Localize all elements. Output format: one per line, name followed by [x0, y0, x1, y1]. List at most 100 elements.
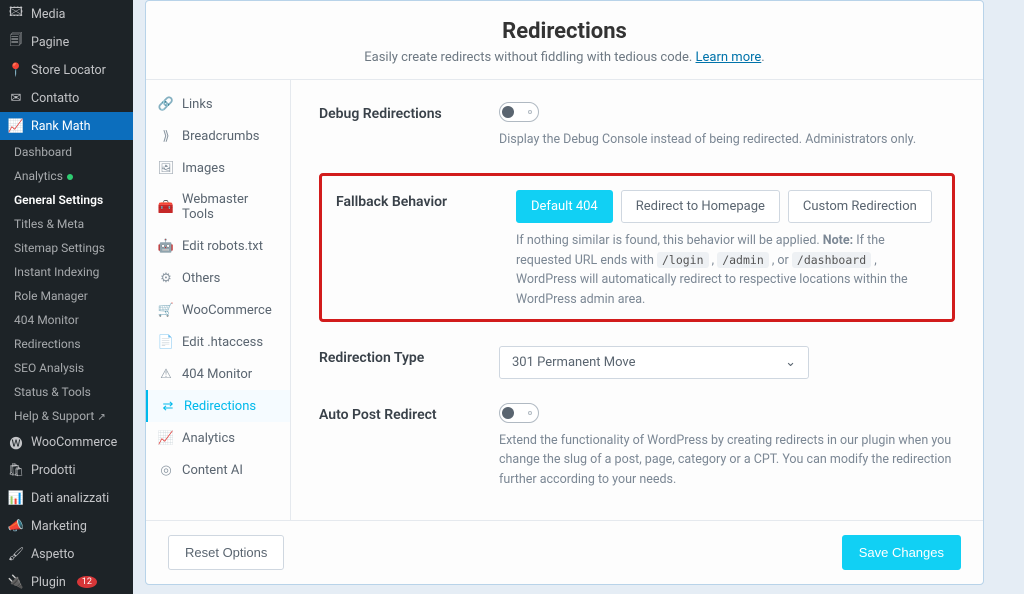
chevron-down-icon: ⌄ — [785, 355, 796, 370]
wp-menu-store-locator[interactable]: 📍Store Locator — [0, 56, 133, 84]
settings-nav: 🔗Links ⟫Breadcrumbs 🖼Images 🧰Webmaster T… — [146, 80, 291, 520]
debug-redirections-toggle[interactable] — [499, 102, 539, 122]
wp-submenu-redirections[interactable]: Redirections — [0, 332, 133, 356]
wp-menu-label: Prodotti — [31, 463, 76, 478]
woocommerce-icon: 🅦 — [8, 434, 24, 450]
wp-menu-dati-analizzati[interactable]: 📊Dati analizzati — [0, 484, 133, 512]
select-value: 301 Permanent Move — [512, 355, 636, 370]
wp-menu-label: Rank Math — [31, 119, 91, 134]
tab-links[interactable]: 🔗Links — [146, 88, 290, 120]
fallback-option-custom[interactable]: Custom Redirection — [788, 190, 932, 223]
tab-breadcrumbs[interactable]: ⟫Breadcrumbs — [146, 120, 290, 152]
wp-menu-label: Pagine — [31, 35, 69, 50]
wp-submenu-status-tools[interactable]: Status & Tools — [0, 380, 133, 404]
tab-webmaster-tools[interactable]: 🧰Webmaster Tools — [146, 184, 290, 230]
row-redirection-type: Redirection Type 301 Permanent Move ⌄ — [319, 346, 955, 379]
button-bar: Reset Options Save Changes — [146, 520, 983, 584]
page-title: Redirections — [156, 19, 973, 44]
wp-menu-pagine[interactable]: 🗐 Pagine — [0, 28, 133, 56]
field-label: Fallback Behavior — [336, 190, 486, 210]
field-description: Display the Debug Console instead of bei… — [499, 130, 955, 149]
tab-others[interactable]: ⚙Others — [146, 262, 290, 294]
reset-options-button[interactable]: Reset Options — [168, 535, 284, 570]
wp-menu-label: Aspetto — [31, 547, 74, 562]
field-description: If nothing similar is found, this behavi… — [516, 231, 938, 309]
fallback-option-default-404[interactable]: Default 404 — [516, 190, 613, 223]
wp-menu-aspetto[interactable]: 🖌Aspetto — [0, 540, 133, 568]
tab-analytics[interactable]: 📈Analytics — [146, 422, 290, 454]
update-count-badge: 12 — [77, 576, 97, 588]
wp-submenu-help-support[interactable]: Help & Support↗ — [0, 404, 133, 428]
tab-redirections[interactable]: ⇄Redirections — [146, 390, 290, 422]
code-dashboard: /dashboard — [792, 252, 871, 268]
wp-menu-label: Contatto — [31, 91, 79, 106]
wp-submenu-role-manager[interactable]: Role Manager — [0, 284, 133, 308]
fallback-behavior-highlight: Fallback Behavior Default 404 Redirect t… — [319, 173, 955, 322]
tab-404-monitor[interactable]: ⚠404 Monitor — [146, 358, 290, 390]
wp-menu-prodotti[interactable]: 🛍Prodotti — [0, 456, 133, 484]
toolbox-icon: 🧰 — [158, 199, 174, 215]
status-dot-icon — [67, 174, 73, 180]
mail-icon: ✉ — [8, 90, 24, 106]
marketing-icon: 📣 — [8, 518, 24, 534]
tab-edit-robots[interactable]: 🤖Edit robots.txt — [146, 230, 290, 262]
wp-menu-rankmath[interactable]: 📈 Rank Math — [0, 112, 133, 140]
tab-woocommerce[interactable]: 🛒WooCommerce — [146, 294, 290, 326]
wp-submenu-general-settings[interactable]: General Settings — [0, 188, 133, 212]
wp-submenu-instant-indexing[interactable]: Instant Indexing — [0, 260, 133, 284]
fallback-option-homepage[interactable]: Redirect to Homepage — [621, 190, 780, 223]
tab-edit-htaccess[interactable]: 📄Edit .htaccess — [146, 326, 290, 358]
wp-menu-label: Dati analizzati — [31, 491, 109, 506]
wp-menu-label: Media — [31, 7, 65, 22]
media-icon: 🖾 — [8, 6, 24, 22]
settings-panel: Debug Redirections Display the Debug Con… — [291, 80, 983, 520]
wp-menu-woocommerce[interactable]: 🅦 WooCommerce — [0, 428, 133, 456]
pages-icon: 🗐 — [8, 34, 24, 50]
redirection-type-select[interactable]: 301 Permanent Move ⌄ — [499, 346, 809, 379]
rankmath-icon: 📈 — [8, 118, 24, 134]
field-label: Auto Post Redirect — [319, 403, 469, 423]
gear-icon: ⚙ — [158, 270, 174, 286]
code-login: /login — [657, 252, 709, 268]
wp-menu-media[interactable]: 🖾 Media — [0, 0, 133, 28]
wp-submenu-seo-analysis[interactable]: SEO Analysis — [0, 356, 133, 380]
cart-icon: 🛒 — [158, 302, 174, 318]
card-header: Redirections Easily create redirects wit… — [146, 1, 983, 80]
wp-submenu-404-monitor[interactable]: 404 Monitor — [0, 308, 133, 332]
ai-icon: ◎ — [158, 462, 174, 478]
redirect-icon: ⇄ — [160, 398, 176, 414]
fallback-option-group: Default 404 Redirect to Homepage Custom … — [516, 190, 938, 223]
wp-submenu-analytics[interactable]: Analytics — [0, 164, 133, 188]
wp-menu-label: Store Locator — [31, 63, 106, 78]
wp-menu-label: Plugin — [31, 575, 66, 590]
robot-icon: 🤖 — [158, 238, 174, 254]
plugin-icon: 🔌 — [8, 574, 24, 590]
field-description: Extend the functionality of WordPress by… — [499, 431, 955, 489]
wp-menu-label: WooCommerce — [31, 435, 117, 450]
learn-more-link[interactable]: Learn more — [696, 50, 762, 65]
card-body: 🔗Links ⟫Breadcrumbs 🖼Images 🧰Webmaster T… — [146, 80, 983, 520]
wp-submenu-titles-meta[interactable]: Titles & Meta — [0, 212, 133, 236]
breadcrumbs-icon: ⟫ — [158, 128, 174, 144]
wp-menu-marketing[interactable]: 📣 Marketing — [0, 512, 133, 540]
wp-menu-label: Marketing — [31, 519, 87, 534]
external-link-icon: ↗ — [97, 412, 105, 423]
wp-submenu-dashboard[interactable]: Dashboard — [0, 140, 133, 164]
auto-post-redirect-toggle[interactable] — [499, 403, 539, 423]
wp-admin-sidebar: 🖾Media 🗐Pagine 📍Store Locator ✉Contatto … — [0, 0, 133, 594]
code-admin: /admin — [717, 252, 769, 268]
field-label: Redirection Type — [319, 346, 469, 366]
chart-icon: 📈 — [158, 430, 174, 446]
wp-menu-plugin[interactable]: 🔌 Plugin 12 — [0, 568, 133, 594]
row-debug-redirections: Debug Redirections Display the Debug Con… — [319, 102, 955, 149]
wp-menu-contatto[interactable]: ✉ Contatto — [0, 84, 133, 112]
toggle-off-icon — [528, 110, 532, 114]
tab-images[interactable]: 🖼Images — [146, 152, 290, 184]
save-changes-button[interactable]: Save Changes — [842, 535, 961, 570]
toggle-knob — [502, 106, 514, 118]
main-stage: Redirections Easily create redirects wit… — [133, 0, 1024, 594]
page-subtitle: Easily create redirects without fiddling… — [156, 50, 973, 65]
tab-content-ai[interactable]: ◎Content AI — [146, 454, 290, 486]
wp-submenu-sitemap[interactable]: Sitemap Settings — [0, 236, 133, 260]
link-icon: 🔗 — [158, 96, 174, 112]
